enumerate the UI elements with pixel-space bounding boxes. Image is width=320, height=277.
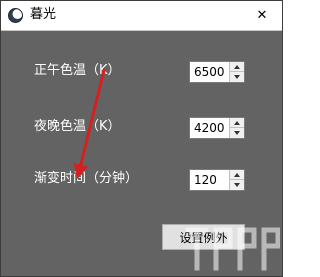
stepper-up-button[interactable] xyxy=(230,62,244,72)
stepper-down-button[interactable] xyxy=(230,72,244,82)
stepper-down-button[interactable] xyxy=(230,128,244,138)
chevron-down-icon xyxy=(234,131,240,135)
noon-temperature-value[interactable]: 6500 xyxy=(194,64,225,80)
close-button[interactable]: ✕ xyxy=(246,1,278,29)
chevron-up-icon xyxy=(234,172,240,177)
stepper-up-button[interactable] xyxy=(230,170,244,180)
window-title: 暮光 xyxy=(30,7,57,22)
close-icon: ✕ xyxy=(256,7,268,23)
noon-temperature-label: 正午色温（K） xyxy=(34,63,121,78)
night-temperature-stepper[interactable]: 4200 xyxy=(189,117,245,139)
stepper-up-button[interactable] xyxy=(230,118,244,128)
night-temperature-label: 夜晚色温（K） xyxy=(34,119,121,134)
chevron-down-icon xyxy=(234,75,240,79)
set-exceptions-button[interactable]: 设置例外 xyxy=(162,224,245,250)
transition-time-value[interactable]: 120 xyxy=(194,172,217,188)
moon-icon xyxy=(8,8,23,23)
chevron-down-icon xyxy=(234,183,240,187)
transition-time-stepper[interactable]: 120 xyxy=(189,169,245,191)
app-window: 暮光 ✕ 正午色温（K） 6500 夜晚色温（K） 4200 渐变时间（分钟） … xyxy=(0,0,283,277)
title-bar[interactable]: 暮光 ✕ xyxy=(1,1,282,31)
stepper-down-button[interactable] xyxy=(230,180,244,190)
transition-time-label: 渐变时间（分钟） xyxy=(34,171,139,186)
noon-temperature-stepper[interactable]: 6500 xyxy=(189,61,245,83)
night-temperature-value[interactable]: 4200 xyxy=(194,120,225,136)
chevron-up-icon xyxy=(234,120,240,125)
chevron-up-icon xyxy=(234,64,240,69)
